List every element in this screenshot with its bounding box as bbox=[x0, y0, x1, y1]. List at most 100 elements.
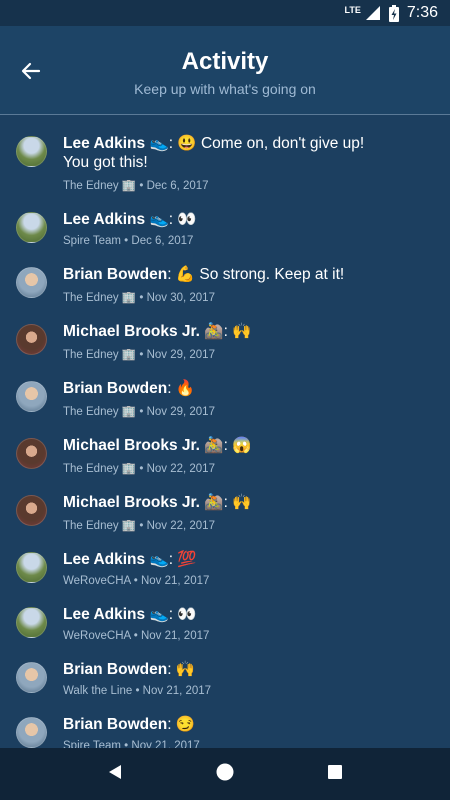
circle-home-icon bbox=[215, 762, 235, 786]
page-subtitle: Keep up with what's going on bbox=[134, 81, 316, 97]
status-bar: LTE 7:36 bbox=[0, 0, 450, 26]
activity-meta: The Edney 🏢 • Nov 30, 2017 bbox=[63, 292, 215, 304]
team-name: WeRoveCHA bbox=[63, 575, 131, 587]
user-name[interactable]: Lee Adkins bbox=[63, 211, 145, 228]
user-name[interactable]: Lee Adkins bbox=[63, 135, 145, 152]
team-name: The Edney 🏢 bbox=[63, 180, 137, 192]
user-name[interactable]: Brian Bowden bbox=[63, 266, 167, 283]
activity-meta: The Edney 🏢 • Nov 22, 2017 bbox=[63, 463, 215, 475]
battery-charging-icon bbox=[388, 4, 399, 22]
signal-icon bbox=[365, 5, 381, 21]
team-name: Spire Team bbox=[63, 235, 121, 247]
activity-meta: The Edney 🏢 • Nov 22, 2017 bbox=[63, 520, 215, 532]
activity-message: 🔥 bbox=[175, 380, 196, 397]
avatar[interactable] bbox=[16, 267, 47, 298]
activity-message: 💯 bbox=[177, 551, 197, 568]
user-name[interactable]: Brian Bowden bbox=[63, 661, 167, 678]
activity-item[interactable]: Brian Bowden: 🙌 Walk the Line • Nov 21, … bbox=[0, 642, 450, 697]
activity-item[interactable]: Lee Adkins 👟: 💯 WeRoveCHA • Nov 21, 2017 bbox=[0, 532, 450, 587]
activity-date: Nov 21, 2017 bbox=[131, 740, 200, 748]
triangle-back-icon bbox=[106, 763, 124, 785]
nav-back-button[interactable] bbox=[95, 754, 135, 794]
avatar[interactable] bbox=[16, 381, 47, 412]
system-nav-bar bbox=[0, 748, 450, 800]
activity-meta: Spire Team • Dec 6, 2017 bbox=[63, 235, 194, 247]
activity-date: Nov 21, 2017 bbox=[142, 685, 212, 697]
nav-recents-button[interactable] bbox=[315, 754, 355, 794]
activity-date: Nov 21, 2017 bbox=[140, 575, 210, 587]
avatar[interactable] bbox=[16, 607, 47, 638]
activity-date: Nov 22, 2017 bbox=[146, 520, 215, 532]
activity-date: Nov 22, 2017 bbox=[146, 463, 215, 475]
avatar[interactable] bbox=[16, 662, 47, 693]
activity-meta: The Edney 🏢 • Dec 6, 2017 bbox=[63, 180, 209, 192]
activity-badge: 👟 bbox=[149, 135, 169, 152]
activity-date: Nov 30, 2017 bbox=[146, 292, 215, 304]
team-name: The Edney 🏢 bbox=[63, 349, 137, 361]
activity-meta: WeRoveCHA • Nov 21, 2017 bbox=[63, 575, 210, 587]
activity-badge: 🚵 bbox=[204, 437, 224, 454]
avatar[interactable] bbox=[16, 495, 47, 526]
team-name: The Edney 🏢 bbox=[63, 406, 137, 418]
avatar[interactable] bbox=[16, 136, 47, 167]
activity-message: 👀 bbox=[177, 606, 197, 623]
activity-badge: 🚵 bbox=[204, 494, 224, 511]
activity-meta: The Edney 🏢 • Nov 29, 2017 bbox=[63, 406, 215, 418]
team-name: The Edney 🏢 bbox=[63, 463, 137, 475]
activity-badge: 👟 bbox=[149, 606, 169, 623]
user-name[interactable]: Lee Adkins bbox=[63, 551, 145, 568]
activity-message: 😏 bbox=[175, 716, 196, 733]
activity-item[interactable]: Lee Adkins 👟: 👀 WeRoveCHA • Nov 21, 2017 bbox=[0, 587, 450, 642]
activity-item[interactable]: Michael Brooks Jr. 🚵: 😱 The Edney 🏢 • No… bbox=[0, 418, 450, 475]
activity-badge: 👟 bbox=[149, 211, 169, 228]
activity-item[interactable]: Lee Adkins 👟: 😃 Come on, don't give up! … bbox=[0, 116, 450, 192]
clock-time: 7:36 bbox=[406, 4, 438, 21]
activity-message-continued: You got this! bbox=[63, 154, 148, 171]
team-name: WeRoveCHA bbox=[63, 630, 131, 642]
avatar[interactable] bbox=[16, 552, 47, 583]
activity-item[interactable]: Brian Bowden: 💪 So strong. Keep at it! T… bbox=[0, 247, 450, 304]
avatar[interactable] bbox=[16, 212, 47, 243]
network-type-label: LTE bbox=[344, 5, 361, 15]
avatar[interactable] bbox=[16, 324, 47, 355]
activity-meta: Spire Team • Nov 21, 2017 bbox=[63, 740, 434, 748]
team-name: Spire Team bbox=[63, 740, 121, 748]
user-name[interactable]: Michael Brooks Jr. bbox=[63, 323, 200, 340]
activity-date: Nov 21, 2017 bbox=[140, 630, 210, 642]
activity-message: 👀 bbox=[177, 211, 197, 228]
activity-item[interactable]: Michael Brooks Jr. 🚵: 🙌 The Edney 🏢 • No… bbox=[0, 304, 450, 361]
activity-item[interactable]: Lee Adkins 👟: 👀 Spire Team • Dec 6, 2017 bbox=[0, 192, 450, 247]
activity-date: Nov 29, 2017 bbox=[146, 349, 215, 361]
activity-badge: 🚵 bbox=[204, 323, 224, 340]
app-header: Activity Keep up with what's going on bbox=[0, 26, 450, 115]
nav-home-button[interactable] bbox=[205, 754, 245, 794]
team-name: The Edney 🏢 bbox=[63, 520, 137, 532]
activity-meta: Walk the Line • Nov 21, 2017 bbox=[63, 685, 212, 697]
activity-message: 💪 So strong. Keep at it! bbox=[175, 266, 345, 283]
square-recents-icon bbox=[326, 763, 344, 785]
page-title: Activity bbox=[181, 48, 269, 75]
activity-message: 🙌 bbox=[232, 494, 252, 511]
activity-date: Dec 6, 2017 bbox=[146, 180, 209, 192]
avatar[interactable] bbox=[16, 438, 47, 469]
activity-message: 😱 bbox=[232, 437, 252, 454]
activity-message: 🙌 bbox=[232, 323, 252, 340]
activity-badge: 👟 bbox=[149, 551, 169, 568]
avatar[interactable] bbox=[16, 717, 47, 748]
team-name: Walk the Line bbox=[63, 685, 133, 697]
activity-feed[interactable]: Lee Adkins 👟: 😃 Come on, don't give up! … bbox=[0, 116, 450, 748]
user-name[interactable]: Michael Brooks Jr. bbox=[63, 437, 200, 454]
user-name[interactable]: Michael Brooks Jr. bbox=[63, 494, 200, 511]
activity-item[interactable]: Brian Bowden: 😏 Spire Team • Nov 21, 201… bbox=[0, 697, 450, 748]
activity-meta: WeRoveCHA • Nov 21, 2017 bbox=[63, 630, 210, 642]
team-name: The Edney 🏢 bbox=[63, 292, 137, 304]
user-name[interactable]: Brian Bowden bbox=[63, 380, 167, 397]
activity-item[interactable]: Brian Bowden: 🔥 The Edney 🏢 • Nov 29, 20… bbox=[0, 361, 450, 418]
activity-meta: The Edney 🏢 • Nov 29, 2017 bbox=[63, 349, 215, 361]
user-name[interactable]: Lee Adkins bbox=[63, 606, 145, 623]
activity-date: Dec 6, 2017 bbox=[131, 235, 194, 247]
activity-message: 🙌 bbox=[175, 661, 196, 678]
user-name[interactable]: Brian Bowden bbox=[63, 716, 167, 733]
activity-date: Nov 29, 2017 bbox=[146, 406, 215, 418]
activity-item[interactable]: Michael Brooks Jr. 🚵: 🙌 The Edney 🏢 • No… bbox=[0, 475, 450, 532]
